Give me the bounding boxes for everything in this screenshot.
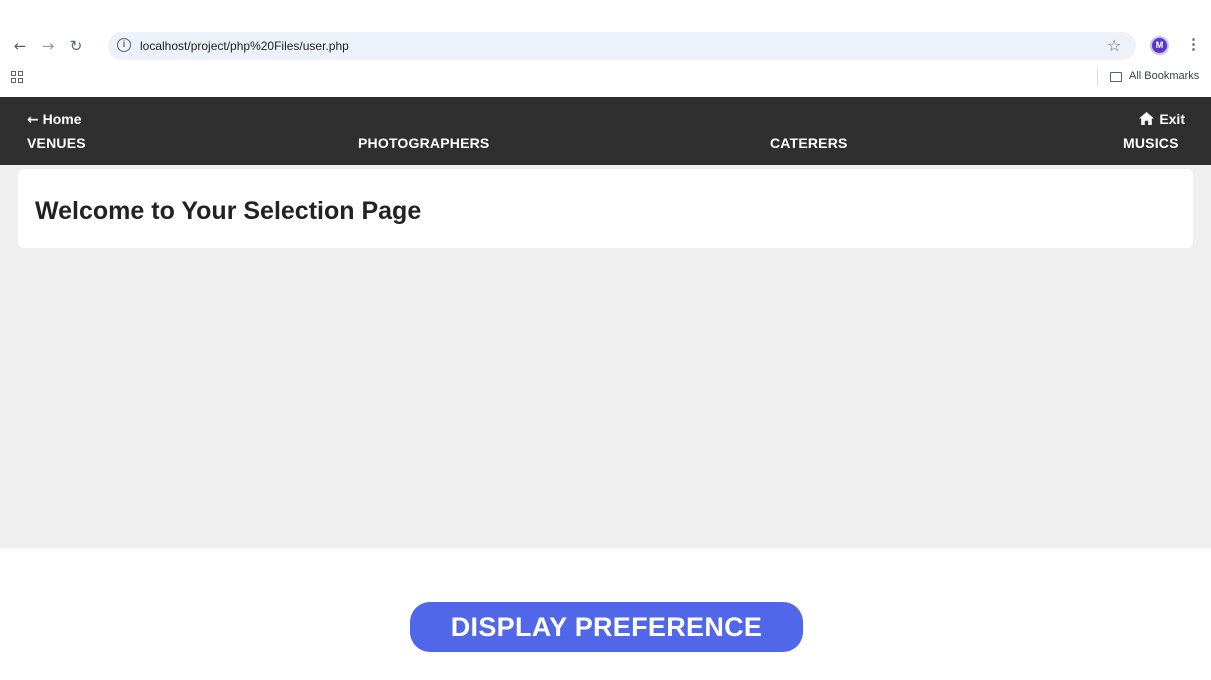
reload-icon[interactable]: ↻ [66,36,86,56]
bookmark-star-icon[interactable]: ☆ [1107,36,1121,55]
exit-label: Exit [1159,111,1185,127]
address-bar-url[interactable]: localhost/project/php%20Files/user.php [140,39,349,53]
back-arrow-icon: ← [27,112,39,128]
profile-avatar[interactable]: M [1150,36,1169,55]
browser-toolbar: ← → ↻ i localhost/project/php%20Files/us… [0,0,1211,96]
page-content: Welcome to Your Selection Page [0,165,1211,548]
welcome-card: Welcome to Your Selection Page [18,169,1193,248]
folder-icon[interactable] [1110,72,1122,82]
nav-item-photographers[interactable]: PHOTOGRAPHERS [358,135,489,151]
all-bookmarks-link[interactable]: All Bookmarks [1129,70,1199,82]
kebab-menu-icon[interactable]: ⋮ [1186,35,1201,53]
page-title: Welcome to Your Selection Page [35,197,422,225]
home-label: Home [42,111,82,127]
home-link[interactable]: ← Home [27,111,82,128]
forward-arrow-icon[interactable]: → [38,36,58,56]
address-bar[interactable]: i localhost/project/php%20Files/user.php [108,32,1136,60]
nav-item-venues[interactable]: VENUES [27,135,86,151]
bookmarks-divider [1097,68,1098,86]
display-preference-label: DISPLAY PREFERENCE [410,602,803,652]
back-arrow-icon[interactable]: ← [10,36,30,56]
apps-grid-icon[interactable] [11,71,23,83]
site-info-icon[interactable]: i [117,38,131,52]
nav-item-musics[interactable]: MUSICS [1123,135,1179,151]
home-icon [1139,112,1155,125]
site-navbar: ← Home Exit VENUES PHOTOGRAPHERS CATERER… [0,97,1211,165]
nav-item-caterers[interactable]: CATERERS [770,135,848,151]
exit-link[interactable]: Exit [1139,111,1185,127]
